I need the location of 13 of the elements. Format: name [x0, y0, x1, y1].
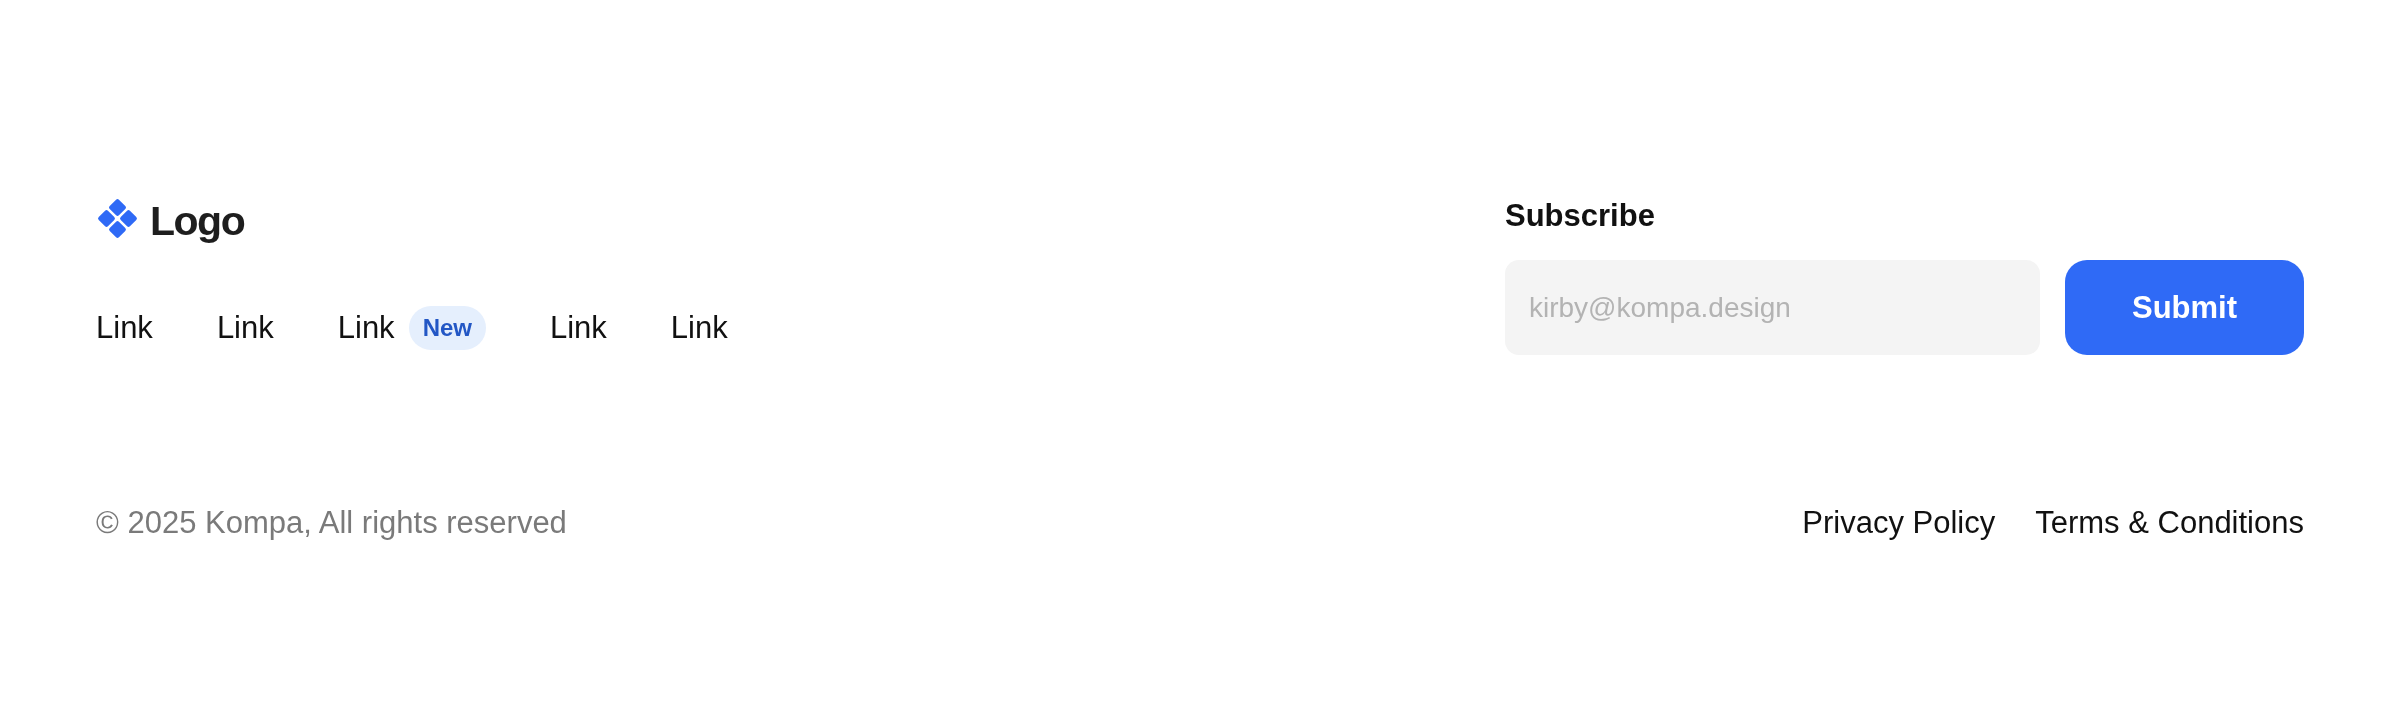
- nav-link[interactable]: Link: [96, 306, 153, 350]
- email-field[interactable]: kirby@kompa.design: [1505, 260, 2040, 355]
- legal-link[interactable]: Privacy Policy: [1802, 505, 1996, 541]
- nav-link[interactable]: Link: [216, 306, 274, 350]
- subscribe-heading: Subscribe: [1505, 197, 1656, 235]
- nav-link[interactable]: Link: [670, 306, 728, 350]
- copyright-text: © 2025 Kompa, All rights reserved: [96, 505, 567, 541]
- new-badge: New: [408, 306, 486, 350]
- legal-link[interactable]: Terms & Conditions: [2035, 505, 2304, 541]
- nav-link[interactable]: Link: [550, 306, 607, 350]
- logo-text: Logo: [150, 197, 245, 245]
- submit-button[interactable]: Submit: [2065, 260, 2304, 355]
- nav-link[interactable]: Link: [337, 306, 395, 350]
